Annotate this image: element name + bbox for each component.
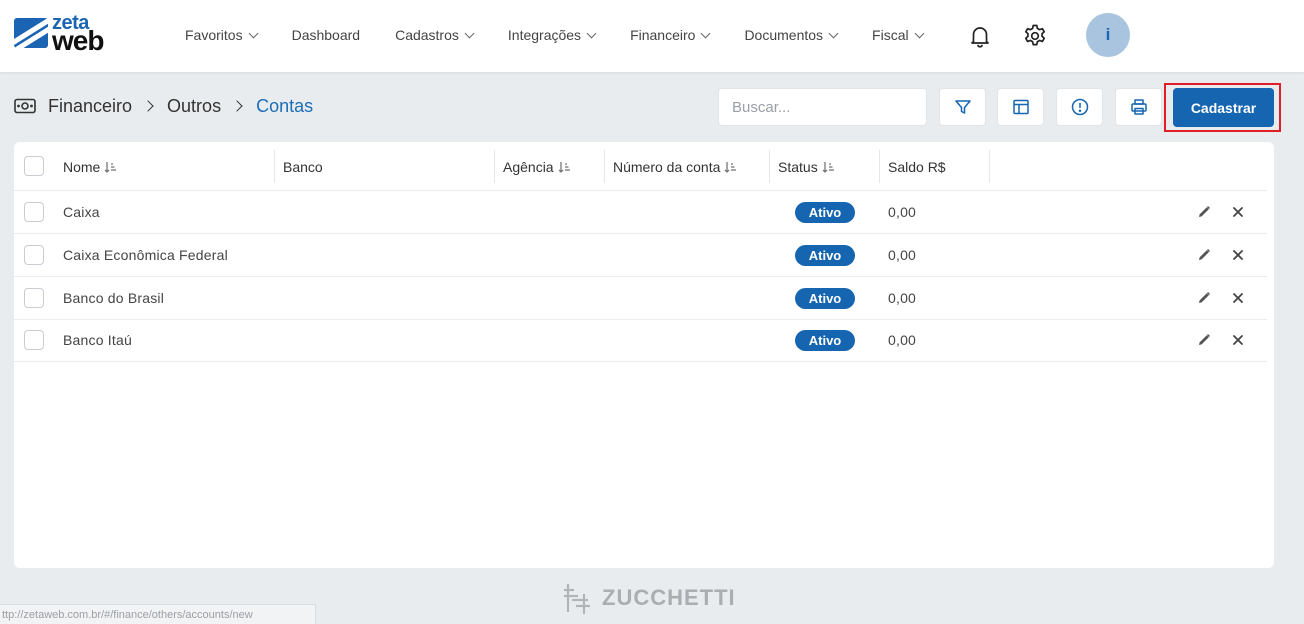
search-input[interactable]: [718, 88, 927, 126]
table-row[interactable]: Banco Itaú Ativo 0,00: [14, 319, 1267, 362]
nav-item-favoritos[interactable]: Favoritos: [185, 27, 259, 43]
edit-icon[interactable]: [1195, 331, 1213, 349]
status-badge: Ativo: [795, 202, 855, 223]
top-navigation-bar: zeta web Favoritos Dashboard Cadastros I…: [0, 0, 1304, 72]
sort-icon: [724, 161, 737, 173]
sort-icon: [104, 161, 117, 173]
edit-icon[interactable]: [1195, 289, 1213, 307]
nav-label: Integrações: [507, 27, 582, 43]
column-label: Nome: [63, 158, 101, 175]
chevron-down-icon: [828, 28, 839, 38]
cell-nome: Caixa: [63, 204, 100, 220]
nav-label: Documentos: [744, 27, 824, 43]
cell-saldo: 0,00: [888, 332, 917, 348]
chevron-down-icon: [586, 28, 597, 38]
edit-icon[interactable]: [1195, 203, 1213, 221]
column-label: Banco: [283, 158, 323, 175]
layout-columns-icon: [1012, 99, 1029, 115]
breadcrumb-outros[interactable]: Outros: [167, 96, 221, 117]
column-label: Saldo R$: [888, 158, 946, 175]
columns-layout-button[interactable]: [997, 88, 1044, 126]
nav-label: Financeiro: [630, 27, 696, 43]
delete-icon[interactable]: [1229, 246, 1247, 264]
gear-icon[interactable]: [1021, 22, 1049, 50]
column-header-nome[interactable]: Nome: [63, 150, 275, 183]
accounts-table-card: Nome Banco Agência Número da conta Statu…: [14, 142, 1274, 568]
nav-item-documentos[interactable]: Documentos: [744, 27, 839, 43]
footer-brand-text: ZUCCHETTI: [602, 585, 736, 610]
table-row[interactable]: Caixa Econômica Federal Ativo 0,00: [14, 234, 1267, 277]
cell-nome: Banco do Brasil: [63, 290, 165, 306]
nav-label: Dashboard: [291, 27, 361, 43]
table-row[interactable]: Banco do Brasil Ativo 0,00: [14, 277, 1267, 320]
info-icon: [1071, 98, 1088, 116]
column-label: Status: [778, 158, 818, 175]
column-label: Agência: [503, 158, 554, 175]
nav-item-dashboard[interactable]: Dashboard: [292, 27, 361, 43]
zetaweb-logo[interactable]: zeta web: [14, 12, 120, 56]
chevron-right-icon: [231, 100, 243, 112]
sort-icon: [558, 161, 570, 173]
nav-item-financeiro[interactable]: Financeiro: [630, 27, 711, 43]
zucchetti-mark-icon: [564, 584, 590, 614]
breadcrumb-contas: Contas: [256, 95, 314, 116]
bell-icon[interactable]: [966, 22, 994, 50]
cell-nome: Caixa Econômica Federal: [63, 247, 228, 263]
user-avatar[interactable]: i: [1086, 13, 1130, 57]
chevron-down-icon: [700, 28, 711, 38]
status-badge: Ativo: [795, 288, 855, 309]
nav-label: Fiscal: [872, 27, 909, 43]
row-checkbox[interactable]: [24, 245, 44, 265]
column-header-status[interactable]: Status: [778, 150, 880, 183]
nav-label: Favoritos: [185, 27, 243, 43]
logo-text-web: web: [52, 25, 104, 56]
nav-label: Cadastros: [395, 27, 459, 43]
sort-icon: [822, 161, 834, 173]
cell-saldo: 0,00: [888, 247, 917, 263]
column-label: Número da conta: [613, 158, 721, 175]
row-checkbox[interactable]: [24, 330, 44, 350]
status-badge: Ativo: [795, 330, 855, 351]
delete-icon[interactable]: [1229, 331, 1247, 349]
column-header-banco[interactable]: Banco: [283, 150, 495, 183]
print-icon: [1130, 99, 1147, 115]
column-header-agencia[interactable]: Agência: [503, 150, 605, 183]
cell-saldo: 0,00: [888, 204, 917, 220]
row-checkbox[interactable]: [24, 202, 44, 222]
breadcrumb: Financeiro Outros Contas: [14, 95, 313, 117]
column-header-saldo[interactable]: Saldo R$: [888, 150, 990, 183]
filter-icon: [954, 100, 971, 114]
delete-icon[interactable]: [1229, 203, 1247, 221]
filter-button[interactable]: [939, 88, 986, 126]
chevron-down-icon: [914, 28, 925, 38]
table-row[interactable]: Caixa Ativo 0,00: [14, 191, 1267, 234]
status-bar-url: ttp://zetaweb.com.br/#/finance/others/ac…: [0, 604, 316, 624]
main-nav: Favoritos Dashboard Cadastros Integraçõe…: [185, 24, 958, 46]
chevron-down-icon: [248, 28, 259, 38]
nav-item-integracoes[interactable]: Integrações: [507, 27, 597, 43]
select-all-checkbox[interactable]: [24, 156, 44, 176]
delete-icon[interactable]: [1229, 289, 1247, 307]
table-header: Nome Banco Agência Número da conta Statu…: [14, 150, 1267, 191]
row-checkbox[interactable]: [24, 288, 44, 308]
nav-item-cadastros[interactable]: Cadastros: [395, 27, 475, 43]
breadcrumb-financeiro[interactable]: Financeiro: [48, 96, 132, 117]
money-icon: [14, 98, 36, 114]
cadastrar-button[interactable]: Cadastrar: [1173, 88, 1274, 127]
print-button[interactable]: [1115, 88, 1162, 126]
logo-mark-icon: [14, 18, 48, 48]
status-badge: Ativo: [795, 245, 855, 266]
cell-saldo: 0,00: [888, 290, 917, 306]
zucchetti-logo: ZUCCHETTI: [560, 580, 736, 616]
chevron-down-icon: [464, 28, 475, 38]
edit-icon[interactable]: [1195, 246, 1213, 264]
cell-nome: Banco Itaú: [63, 332, 132, 348]
info-button[interactable]: [1056, 88, 1103, 126]
column-header-numero-conta[interactable]: Número da conta: [613, 150, 770, 183]
chevron-right-icon: [142, 100, 154, 112]
nav-item-fiscal[interactable]: Fiscal: [872, 27, 925, 43]
